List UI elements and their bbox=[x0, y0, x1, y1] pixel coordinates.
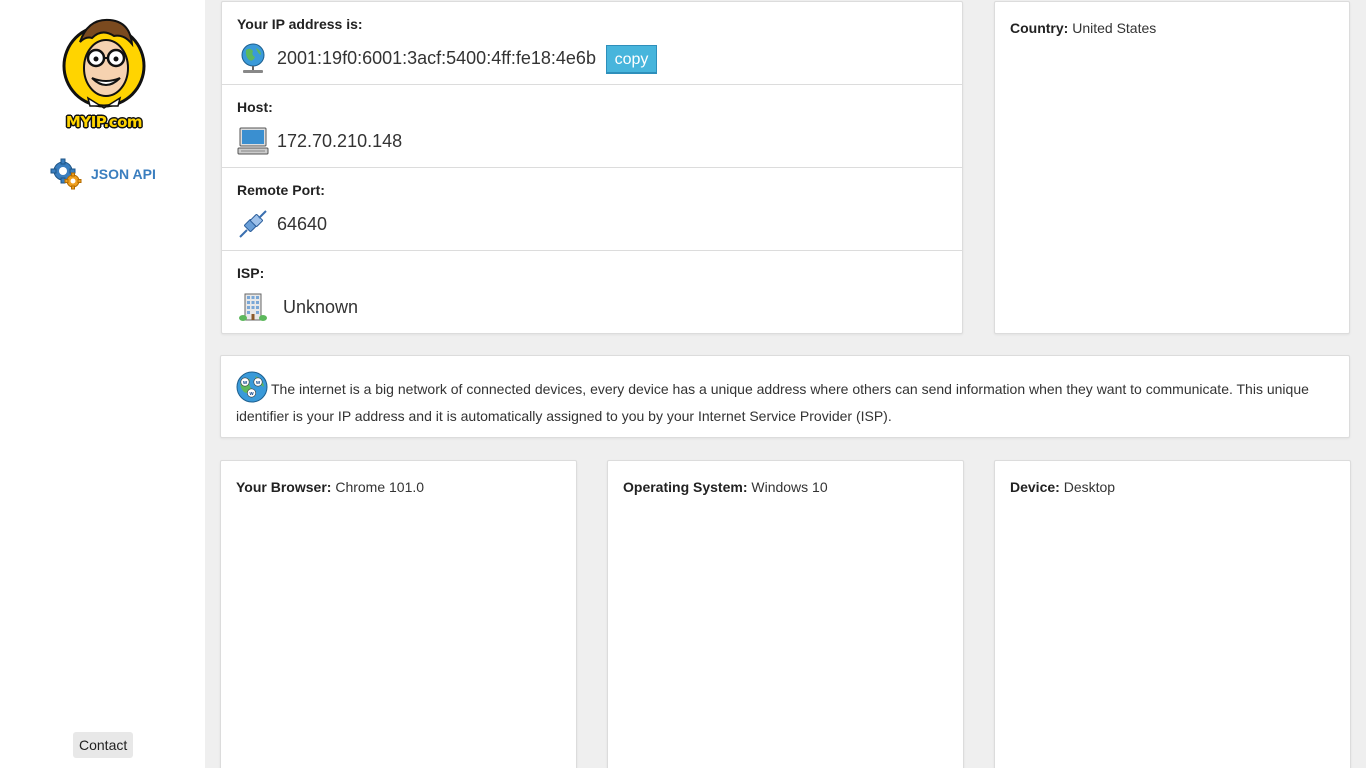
contact-button[interactable]: Contact bbox=[73, 732, 134, 758]
ip-info-panel: Your IP address is: 2001:19f0:6001:3acf:… bbox=[221, 1, 963, 334]
ip-address-label: Your IP address is: bbox=[237, 16, 363, 32]
device-info: Device: Desktop bbox=[1010, 479, 1115, 495]
country-label: Country: bbox=[1010, 20, 1069, 36]
os-label: Operating System: bbox=[623, 479, 748, 495]
gears-icon bbox=[50, 158, 82, 190]
ip-address-value: 2001:19f0:6001:3acf:5400:4ff:fe18:4e6b bbox=[277, 48, 596, 68]
os-value: Windows 10 bbox=[751, 479, 828, 495]
browser-label: Your Browser: bbox=[236, 479, 332, 495]
info-text: The internet is a big network of connect… bbox=[236, 381, 1309, 424]
myip-logo[interactable]: MYIP.com bbox=[58, 14, 150, 131]
json-api-label: JSON API bbox=[91, 166, 156, 182]
country-value: United States bbox=[1072, 20, 1157, 36]
building-icon bbox=[239, 293, 267, 321]
host-label: Host: bbox=[237, 99, 273, 115]
country-panel: Country: United States bbox=[994, 1, 1350, 334]
computer-icon bbox=[237, 127, 269, 155]
country-info: Country: United States bbox=[1010, 20, 1156, 36]
network-globe-icon bbox=[241, 43, 265, 73]
browser-info: Your Browser: Chrome 101.0 bbox=[236, 479, 424, 495]
browser-value: Chrome 101.0 bbox=[335, 479, 425, 495]
cartoon-face-icon bbox=[62, 18, 146, 109]
ip-address-row: Your IP address is: 2001:19f0:6001:3acf:… bbox=[222, 2, 962, 85]
device-label: Device: bbox=[1010, 479, 1060, 495]
browser-panel: Your Browser: Chrome 101.0 bbox=[220, 460, 577, 768]
remote-port-label: Remote Port: bbox=[237, 182, 325, 198]
plug-icon bbox=[239, 210, 267, 238]
isp-value: Unknown bbox=[283, 297, 359, 317]
os-panel: Operating System: Windows 10 bbox=[607, 460, 964, 768]
copy-button[interactable]: copy bbox=[606, 45, 657, 74]
host-row: Host: 172.70.210.148 bbox=[222, 85, 962, 168]
logo-text: MYIP.com bbox=[65, 113, 143, 131]
sidebar: MYIP.com JSON API Contact bbox=[0, 0, 205, 768]
host-value: 172.70.210.148 bbox=[277, 131, 403, 151]
info-panel: www The internet is a big network of con… bbox=[220, 355, 1350, 438]
device-value: Desktop bbox=[1063, 479, 1116, 495]
json-api-link[interactable]: JSON API bbox=[50, 158, 156, 190]
os-info: Operating System: Windows 10 bbox=[623, 479, 828, 495]
remote-port-row: Remote Port: 64640 bbox=[222, 168, 962, 251]
isp-row: ISP: Unknown bbox=[222, 251, 962, 334]
remote-port-value: 64640 bbox=[277, 214, 328, 234]
isp-label: ISP: bbox=[237, 265, 265, 281]
device-panel: Device: Desktop bbox=[994, 460, 1351, 768]
